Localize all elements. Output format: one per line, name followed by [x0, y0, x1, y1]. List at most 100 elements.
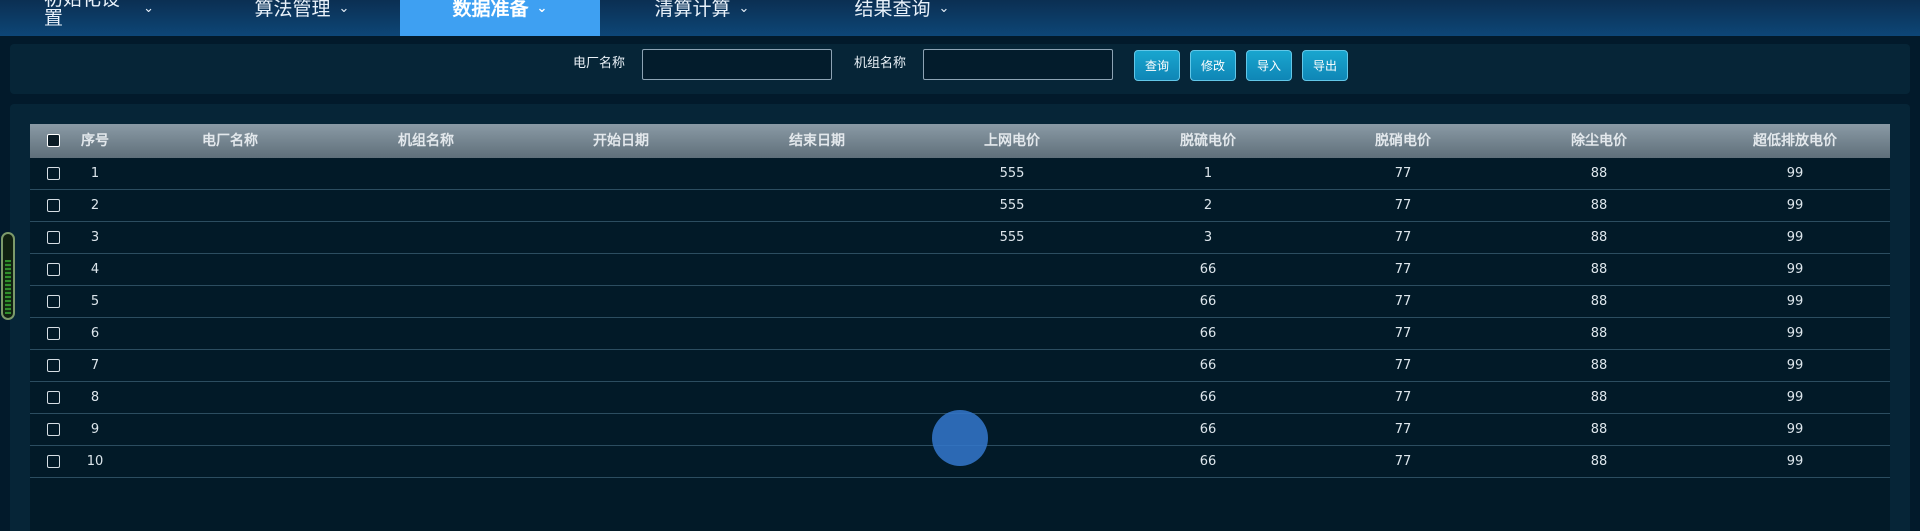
cell-index: 2: [90, 198, 100, 213]
import-button[interactable]: 导入: [1246, 50, 1292, 81]
cell-ultra-low-emission-price: 99: [1786, 454, 1804, 469]
cell-denitrification-price: 77: [1394, 230, 1412, 245]
row-checkbox[interactable]: [47, 199, 60, 212]
cell-start-date: [571, 190, 671, 222]
cell-plant-name: [180, 414, 280, 446]
row-checkbox[interactable]: [47, 167, 60, 180]
row-checkbox[interactable]: [47, 231, 60, 244]
data-table: 序号 电厂名称 机组名称 开始日期 结束日期 上网电价 脱硫电价 脱硝电价 除尘…: [30, 124, 1890, 531]
column-header: 结束日期: [789, 133, 845, 149]
cell-index: 3: [90, 230, 100, 245]
modify-button[interactable]: 修改: [1190, 50, 1236, 81]
cell-plant-name: [180, 446, 280, 478]
chevron-down-icon: ⌄: [738, 0, 750, 16]
cell-start-date: [571, 254, 671, 286]
cell-end-date: [767, 350, 867, 382]
row-checkbox[interactable]: [47, 423, 60, 436]
nav-item-data-preparation[interactable]: 数据准备 ⌄: [400, 0, 600, 36]
cell-grid-price: [962, 350, 1062, 382]
cell-index: 10: [86, 454, 104, 469]
table-row[interactable]: 7 66 77 88 99: [30, 350, 1890, 382]
cell-start-date: [571, 382, 671, 414]
scroll-handle[interactable]: [1, 232, 15, 320]
cell-end-date: [767, 446, 867, 478]
cell-desulfurization-price: 66: [1199, 294, 1217, 309]
cell-unit-name: [376, 158, 476, 190]
cell-desulfurization-price: 3: [1203, 230, 1213, 245]
select-all-checkbox[interactable]: [47, 134, 60, 147]
top-nav: 初始化设置 ⌄ 算法管理 ⌄ 数据准备 ⌄ 清算计算 ⌄ 结果查询 ⌄: [0, 0, 1920, 36]
cell-ultra-low-emission-price: 99: [1786, 198, 1804, 213]
row-checkbox[interactable]: [47, 295, 60, 308]
cell-denitrification-price: 77: [1394, 454, 1412, 469]
table-row[interactable]: 5 66 77 88 99: [30, 286, 1890, 318]
row-checkbox[interactable]: [47, 359, 60, 372]
table-row[interactable]: 3 555 3 77 88 99: [30, 222, 1890, 254]
column-header: 序号: [81, 133, 109, 149]
cell-denitrification-price: 77: [1394, 390, 1412, 405]
row-checkbox[interactable]: [47, 327, 60, 340]
cell-grid-price: [962, 318, 1062, 350]
nav-item-algorithm-management[interactable]: 算法管理 ⌄: [252, 0, 352, 36]
cell-grid-price: 555: [999, 230, 1025, 245]
cell-denitrification-price: 77: [1394, 166, 1412, 181]
cell-start-date: [571, 158, 671, 190]
table-row[interactable]: 4 66 77 88 99: [30, 254, 1890, 286]
column-header: 开始日期: [593, 133, 649, 149]
cell-end-date: [767, 414, 867, 446]
cell-unit-name: [376, 222, 476, 254]
column-header: 上网电价: [984, 133, 1040, 149]
cell-dust-removal-price: 88: [1590, 326, 1608, 341]
chevron-down-icon: ⌄: [536, 0, 548, 16]
cell-denitrification-price: 77: [1394, 326, 1412, 341]
export-button[interactable]: 导出: [1302, 50, 1348, 81]
cell-start-date: [571, 446, 671, 478]
column-header: 除尘电价: [1571, 133, 1627, 149]
cell-index: 7: [90, 358, 100, 373]
nav-item-label: 结果查询: [854, 0, 931, 20]
cell-ultra-low-emission-price: 99: [1786, 358, 1804, 373]
cell-unit-name: [376, 286, 476, 318]
cell-index: 9: [90, 422, 100, 437]
cell-index: 4: [90, 262, 100, 277]
unit-name-input[interactable]: [923, 49, 1113, 80]
cell-end-date: [767, 190, 867, 222]
column-header: 脱硝电价: [1375, 133, 1431, 149]
cell-desulfurization-price: 66: [1199, 358, 1217, 373]
table-row[interactable]: 2 555 2 77 88 99: [30, 190, 1890, 222]
query-button[interactable]: 查询: [1134, 50, 1180, 81]
nav-item-label: 初始化设置: [44, 0, 120, 29]
table-row[interactable]: 1 555 1 77 88 99: [30, 158, 1890, 190]
cell-denitrification-price: 77: [1394, 294, 1412, 309]
row-checkbox[interactable]: [47, 455, 60, 468]
cell-plant-name: [180, 350, 280, 382]
cell-plant-name: [180, 382, 280, 414]
cell-end-date: [767, 254, 867, 286]
table-row[interactable]: 6 66 77 88 99: [30, 318, 1890, 350]
cell-denitrification-price: 77: [1394, 198, 1412, 213]
nav-item-label: 算法管理: [254, 0, 331, 20]
cell-desulfurization-price: 66: [1199, 454, 1217, 469]
plant-name-input[interactable]: [642, 49, 832, 80]
row-checkbox[interactable]: [47, 263, 60, 276]
cell-start-date: [571, 286, 671, 318]
cell-dust-removal-price: 88: [1590, 390, 1608, 405]
cell-ultra-low-emission-price: 99: [1786, 390, 1804, 405]
cell-unit-name: [376, 414, 476, 446]
cell-index: 1: [90, 166, 100, 181]
cell-unit-name: [376, 350, 476, 382]
cell-denitrification-price: 77: [1394, 262, 1412, 277]
cell-unit-name: [376, 382, 476, 414]
cell-end-date: [767, 158, 867, 190]
nav-item-settlement-calculation[interactable]: 清算计算 ⌄: [652, 0, 752, 36]
cell-dust-removal-price: 88: [1590, 166, 1608, 181]
nav-item-init-settings[interactable]: 初始化设置 ⌄: [44, 0, 154, 36]
nav-item-result-query[interactable]: 结果查询 ⌄: [852, 0, 952, 36]
click-indicator: [932, 410, 988, 466]
cell-plant-name: [180, 190, 280, 222]
cell-unit-name: [376, 446, 476, 478]
cell-desulfurization-price: 66: [1199, 390, 1217, 405]
row-checkbox[interactable]: [47, 391, 60, 404]
column-header: 电厂名称: [202, 133, 258, 149]
cell-end-date: [767, 222, 867, 254]
